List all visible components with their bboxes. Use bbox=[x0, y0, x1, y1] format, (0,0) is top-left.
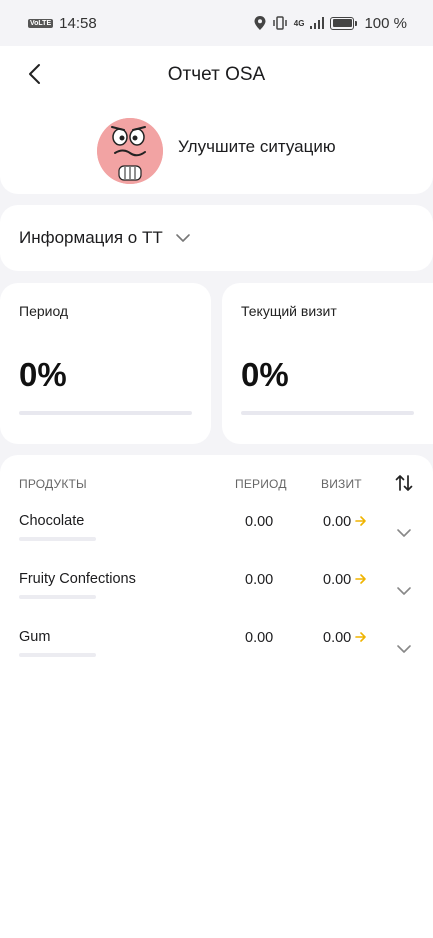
product-progress-bar bbox=[19, 653, 96, 657]
col-header-products: ПРОДУКТЫ bbox=[19, 477, 87, 491]
sort-button[interactable] bbox=[395, 474, 413, 497]
product-period-value: 0.00 bbox=[245, 514, 274, 530]
signal-icon bbox=[310, 17, 325, 29]
col-header-period: ПЕРИОД bbox=[235, 477, 287, 491]
product-visit-value: 0.00 bbox=[323, 572, 352, 588]
product-name: Chocolate bbox=[19, 513, 85, 529]
status-time: 14:58 bbox=[59, 14, 97, 32]
expand-row-button[interactable] bbox=[396, 641, 412, 659]
arrow-right-icon bbox=[355, 574, 366, 584]
period-metric-label: Период bbox=[19, 303, 69, 319]
mood-message: Улучшите ситуацию bbox=[178, 137, 336, 156]
network-type: 4G bbox=[293, 18, 305, 28]
header-card: Отчет OSA Улучшите ситуацию bbox=[0, 46, 433, 194]
products-card: ПРОДУКТЫ ПЕРИОД ВИЗИТ Chocolate 0.00 0.0… bbox=[0, 455, 433, 938]
status-bar: VoLTE 14:58 4G 100 % bbox=[0, 0, 433, 46]
product-period-value: 0.00 bbox=[245, 572, 274, 588]
product-progress-bar bbox=[19, 595, 96, 599]
visit-metric-card: Текущий визит 0% bbox=[222, 283, 433, 444]
volte-icon: VoLTE bbox=[28, 18, 54, 28]
col-header-visit: ВИЗИТ bbox=[321, 477, 362, 491]
battery-level: 100 % bbox=[364, 14, 407, 32]
product-row[interactable]: Gum 0.00 0.00 bbox=[0, 629, 433, 687]
product-period-value: 0.00 bbox=[245, 630, 274, 646]
chevron-down-icon bbox=[175, 233, 191, 243]
period-metric-card: Период 0% bbox=[0, 283, 211, 444]
mascot-image bbox=[97, 118, 163, 184]
chevron-down-icon bbox=[397, 587, 411, 595]
arrow-right-icon bbox=[355, 632, 366, 642]
period-progress-track bbox=[19, 411, 192, 415]
location-icon bbox=[254, 16, 266, 30]
vibrate-icon bbox=[273, 16, 287, 30]
product-name: Gum bbox=[19, 629, 51, 645]
product-visit-value: 0.00 bbox=[323, 514, 352, 530]
battery-icon bbox=[330, 16, 358, 30]
store-info-dropdown[interactable]: Информация о ТТ bbox=[0, 205, 433, 271]
product-name: Fruity Confections bbox=[19, 571, 136, 587]
product-visit-value: 0.00 bbox=[323, 630, 352, 646]
product-row[interactable]: Fruity Confections 0.00 0.00 bbox=[0, 571, 433, 629]
expand-row-button[interactable] bbox=[396, 525, 412, 543]
arrow-right-icon bbox=[355, 516, 366, 526]
period-metric-value: 0% bbox=[19, 356, 67, 393]
chevron-down-icon bbox=[397, 529, 411, 537]
product-progress-bar bbox=[19, 537, 96, 541]
page-title: Отчет OSA bbox=[167, 64, 266, 85]
store-info-label: Информация о ТТ bbox=[19, 228, 163, 247]
chevron-down-icon bbox=[397, 645, 411, 653]
product-row[interactable]: Chocolate 0.00 0.00 bbox=[0, 513, 433, 571]
visit-metric-value: 0% bbox=[241, 356, 289, 393]
expand-row-button[interactable] bbox=[396, 583, 412, 601]
visit-metric-label: Текущий визит bbox=[241, 303, 337, 319]
visit-progress-track bbox=[241, 411, 414, 415]
sort-icon bbox=[395, 475, 413, 491]
